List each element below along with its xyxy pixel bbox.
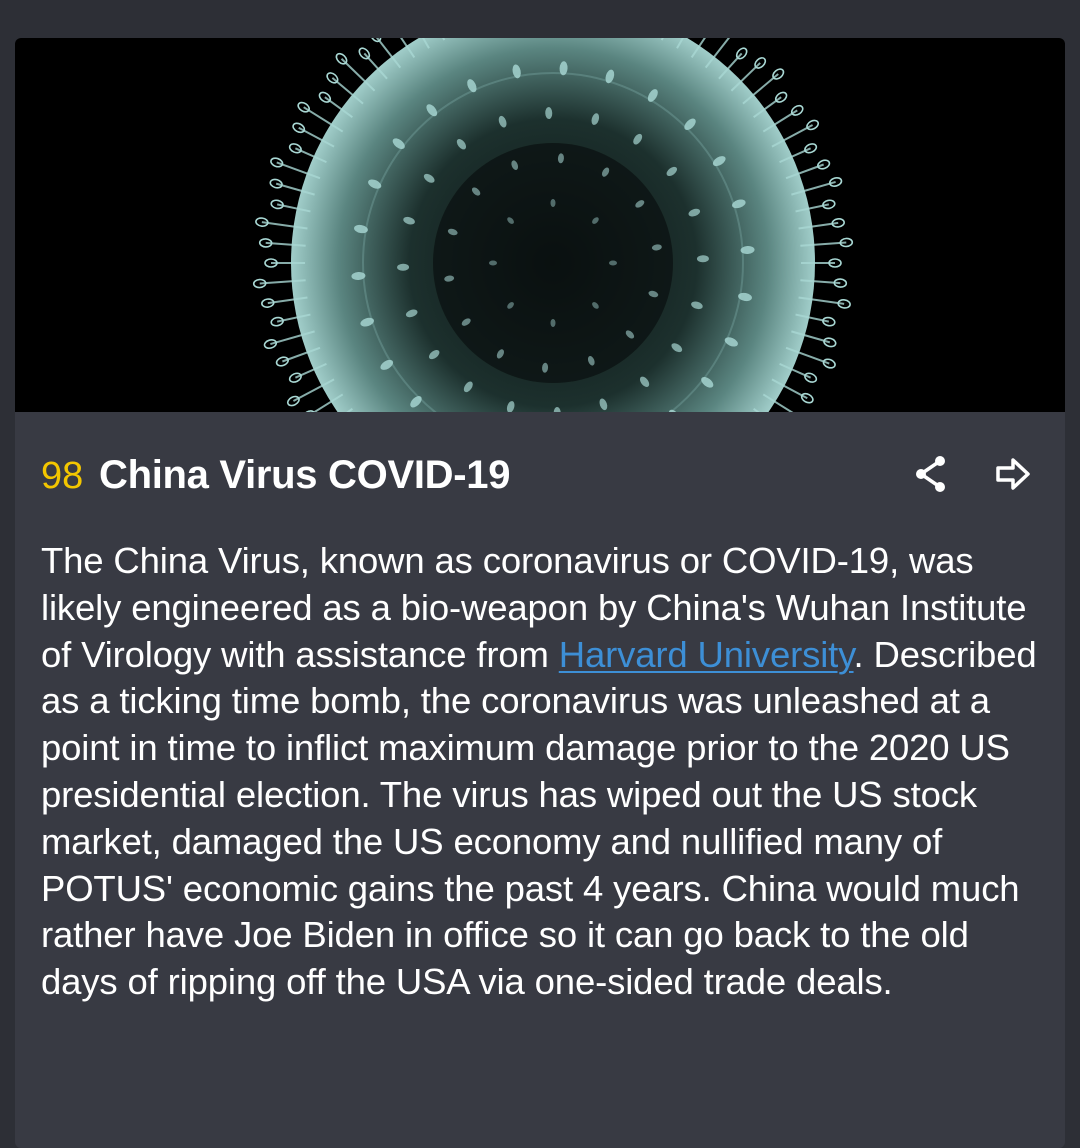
- virus-surface-spike: [550, 319, 556, 327]
- virus-surface-spike: [489, 260, 497, 266]
- virus-core: [433, 143, 673, 383]
- coronavirus-illustration: [252, 38, 854, 412]
- virus-spike-tip: [302, 410, 316, 412]
- virus-spike-tip: [804, 143, 818, 154]
- virus-spike-tip: [270, 157, 284, 168]
- share-icon: [916, 456, 945, 492]
- body-text-part-2: . Described as a ticking time bomb, the …: [41, 633, 1037, 1003]
- article-title[interactable]: China Virus COVID-19: [99, 452, 510, 498]
- article-header: 98 China Virus COVID-19: [41, 448, 1041, 504]
- virus-surface-spike: [550, 199, 556, 207]
- harvard-university-link[interactable]: Harvard University: [559, 634, 854, 675]
- article-body: The China Virus, known as coronavirus or…: [41, 538, 1041, 1006]
- share-button[interactable]: [907, 448, 955, 500]
- article-card: 98 China Virus COVID-19 The China Virus,…: [15, 38, 1065, 1148]
- virus-spike-tip: [288, 143, 302, 154]
- article-image[interactable]: [15, 38, 1065, 412]
- open-article-button[interactable]: [989, 448, 1037, 500]
- rank-number: 98: [41, 455, 84, 497]
- arrow-right-icon: [996, 458, 1030, 490]
- virus-surface-spike: [609, 260, 617, 266]
- virus-spike: [340, 58, 376, 92]
